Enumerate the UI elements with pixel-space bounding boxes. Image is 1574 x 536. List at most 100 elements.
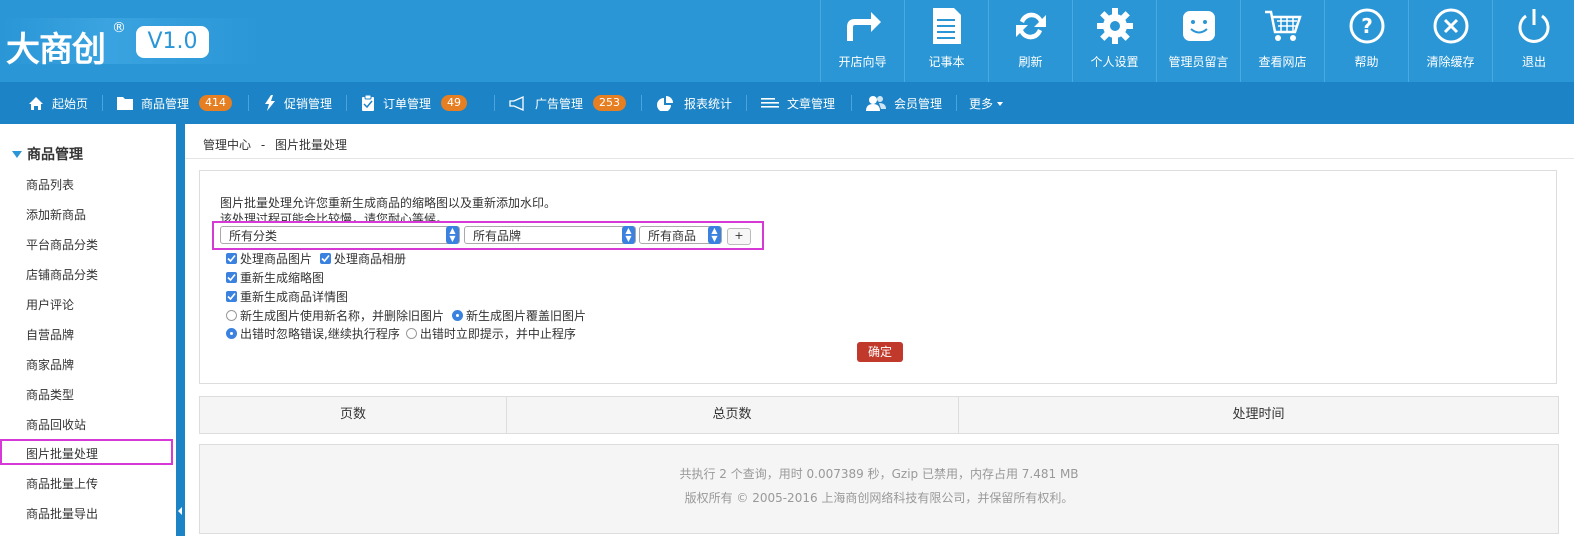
pie-chart-icon — [656, 95, 676, 111]
option-row-thumb: 重新生成缩略图 — [226, 269, 324, 286]
thumb-checkbox[interactable] — [226, 272, 237, 283]
goods-image-checkbox[interactable] — [226, 253, 237, 264]
toolbar-label: 退出 — [1521, 55, 1546, 69]
toolbar-refresh[interactable]: 刷新 — [988, 0, 1072, 82]
progress-table-header: 页数 总页数 处理时间 — [199, 396, 1559, 434]
nav-articles[interactable]: 文章管理 — [761, 82, 835, 124]
category-select-value: 所有分类 — [229, 229, 278, 243]
nav-ads[interactable]: 广告管理 253 — [509, 82, 627, 124]
stop-on-error-label: 出错时立即提示，并中止程序 — [419, 327, 576, 341]
toolbar-clear-cache[interactable]: 清除缓存 — [1408, 0, 1492, 82]
users-icon — [866, 95, 886, 111]
sidebar-item-merchant-brands[interactable]: 商家品牌 — [26, 356, 74, 373]
clipboard-icon — [361, 95, 375, 111]
footer-copyright: 版权所有 © 2005-2016 上海商创网络科技有限公司，并保留所有权利。 — [684, 491, 1074, 505]
select-arrows-icon: ▲ ▼ — [622, 226, 635, 244]
goods-image-label: 处理商品图片 — [240, 252, 313, 266]
column-header-total-pages: 总页数 — [506, 397, 959, 433]
sidebar-collapse-bar[interactable] — [176, 124, 185, 536]
list-lines-icon — [761, 97, 779, 109]
sidebar-item-recycle-bin[interactable]: 商品回收站 — [26, 416, 86, 433]
nav-divider — [346, 95, 347, 111]
nav-label: 会员管理 — [894, 96, 943, 111]
nav-orders[interactable]: 订单管理 49 — [361, 82, 468, 124]
sidebar-item-batch-export[interactable]: 商品批量导出 — [26, 505, 98, 522]
svg-text:?: ? — [1361, 14, 1373, 38]
nav-label: 广告管理 — [535, 96, 584, 111]
nav-members[interactable]: 会员管理 — [866, 82, 942, 124]
brand-select[interactable]: 所有品牌 ▲ ▼ — [464, 226, 636, 244]
power-icon — [1493, 6, 1574, 46]
home-icon — [28, 96, 44, 111]
breadcrumb: 管理中心 - 图片批量处理 — [203, 136, 347, 153]
sidebar-section-title[interactable]: 商品管理 — [12, 144, 83, 164]
brand-logo[interactable]: 大商创 ® V1.0 — [0, 18, 265, 70]
orders-count-badge: 49 — [441, 95, 468, 111]
nav-goods[interactable]: 商品管理 414 — [117, 82, 233, 124]
detail-image-label: 重新生成商品详情图 — [240, 290, 349, 304]
sidebar-item-user-reviews[interactable]: 用户评论 — [26, 296, 74, 313]
nav-label: 商品管理 — [141, 96, 190, 111]
help-icon: ? — [1325, 6, 1408, 46]
toolbar-view-store[interactable]: 查看网店 — [1240, 0, 1324, 82]
sidebar-item-batch-upload[interactable]: 商品批量上传 — [26, 475, 98, 492]
nav-divider — [746, 95, 747, 111]
description-line-1: 图片批量处理允许您重新生成商品的缩略图以及重新添加水印。 — [220, 196, 557, 210]
sidebar-item-add-goods[interactable]: 添加新商品 — [26, 206, 86, 223]
toolbar-logout[interactable]: 退出 — [1492, 0, 1574, 82]
toolbar-label: 管理员留言 — [1168, 55, 1229, 69]
new-name-label: 新生成图片使用新名称，并删除旧图片 — [240, 309, 445, 323]
nav-divider — [494, 95, 495, 111]
toolbar-label: 刷新 — [1018, 55, 1043, 69]
toolbar-label: 帮助 — [1354, 55, 1379, 69]
category-select[interactable]: 所有分类 ▲ ▼ — [220, 226, 460, 244]
goods-count-badge: 414 — [199, 95, 233, 111]
toolbar-open-store-wizard[interactable]: 开店向导 — [820, 0, 904, 82]
detail-image-checkbox[interactable] — [226, 291, 237, 302]
caret-down-icon — [12, 150, 22, 158]
brand-select-value: 所有品牌 — [473, 229, 522, 243]
select-arrows-icon: ▲ ▼ — [446, 226, 459, 244]
thumb-label: 重新生成缩略图 — [240, 271, 325, 285]
ignore-errors-radio[interactable] — [226, 328, 237, 339]
toolbar-label: 记事本 — [928, 55, 965, 69]
toolbar-personal-settings[interactable]: 个人设置 — [1072, 0, 1156, 82]
overwrite-radio[interactable] — [452, 310, 464, 321]
select-arrows-icon: ▲ ▼ — [708, 226, 721, 244]
add-filter-button[interactable]: + — [727, 228, 751, 245]
nav-home[interactable]: 起始页 — [28, 82, 88, 124]
stop-on-error-radio[interactable] — [405, 328, 417, 339]
nav-more[interactable]: 更多 — [969, 82, 1004, 124]
sidebar-item-own-brands[interactable]: 自营品牌 — [26, 326, 74, 343]
column-header-page: 页数 — [200, 397, 507, 433]
top-bar: 大商创 ® V1.0 开店向导 记事本 刷新 个人设置 管理员留言 查看网店 ?… — [0, 0, 1574, 82]
sidebar-item-goods-types[interactable]: 商品类型 — [26, 386, 74, 403]
sidebar-item-batch-image[interactable]: 图片批量处理 — [0, 439, 173, 465]
nav-promotions[interactable]: 促销管理 — [264, 82, 332, 124]
brand-name: 大商创 — [6, 30, 106, 70]
footer-query-stats: 共执行 2 个查询，用时 0.007389 秒，Gzip 已禁用，内存占用 7.… — [679, 467, 1079, 481]
goods-select[interactable]: 所有商品 ▲ ▼ — [639, 226, 722, 244]
brand-version: V1.0 — [136, 26, 209, 58]
collapse-arrow-icon[interactable] — [178, 507, 182, 515]
toolbar-admin-message[interactable]: 管理员留言 — [1156, 0, 1240, 82]
nav-reports[interactable]: 报表统计 — [656, 82, 732, 124]
new-name-radio[interactable] — [226, 310, 237, 321]
gallery-checkbox[interactable] — [320, 253, 332, 264]
nav-label: 报表统计 — [684, 96, 733, 111]
sidebar-item-goods-list[interactable]: 商品列表 — [26, 176, 74, 193]
toolbar-label: 个人设置 — [1090, 55, 1139, 69]
column-header-process-time: 处理时间 — [1232, 407, 1285, 422]
option-row-naming: 新生成图片使用新名称，并删除旧图片 新生成图片覆盖旧图片 — [226, 307, 586, 324]
toolbar-label: 清除缓存 — [1426, 55, 1475, 69]
toolbar-notepad[interactable]: 记事本 — [904, 0, 988, 82]
toolbar-help[interactable]: ? 帮助 — [1324, 0, 1408, 82]
nav-divider — [851, 95, 852, 111]
submit-button[interactable]: 确定 — [857, 342, 903, 362]
nav-label: 促销管理 — [284, 96, 333, 111]
toolbar-label: 查看网店 — [1258, 55, 1307, 69]
sidebar: 商品管理 商品列表 添加新商品 平台商品分类 店铺商品分类 用户评论 自营品牌 … — [0, 124, 176, 536]
sidebar-item-platform-category[interactable]: 平台商品分类 — [26, 236, 98, 253]
sidebar-item-store-category[interactable]: 店铺商品分类 — [26, 266, 98, 283]
breadcrumb-root[interactable]: 管理中心 — [203, 138, 251, 152]
